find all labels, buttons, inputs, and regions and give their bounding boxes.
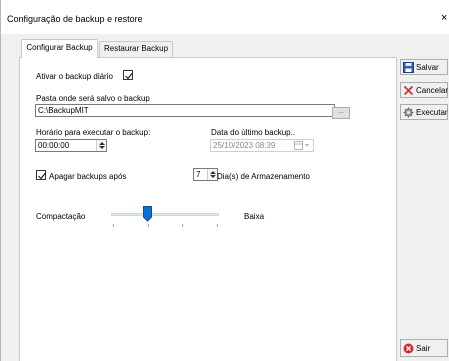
save-label: Salvar	[416, 63, 439, 72]
execute-button[interactable]: Executar	[400, 104, 448, 120]
days-input[interactable]: 7	[193, 168, 218, 181]
config-tab-panel: Ativar o backup diário Pasta onde será s…	[19, 57, 397, 361]
daily-backup-checkbox[interactable]	[123, 70, 133, 80]
slider-tick	[147, 224, 149, 227]
spin-down-icon	[210, 175, 216, 178]
browse-folder-button[interactable]: ...	[332, 107, 350, 119]
time-input[interactable]: 00:00:00	[35, 139, 107, 152]
spin-up-icon	[210, 171, 216, 174]
days-suffix-label: Dia(s) de Armazenamento	[217, 172, 310, 181]
daily-backup-label: Ativar o backup diário	[36, 72, 113, 81]
folder-label: Pasta onde será salvo o backup	[36, 94, 150, 103]
days-value: 7	[196, 170, 201, 179]
folder-path-input[interactable]: C:\BackupMIT	[35, 104, 335, 117]
last-backup-value: 25/10/2023 08:39	[213, 141, 276, 150]
backup-config-window: Configuração de backup e restore × Confi…	[0, 0, 449, 361]
time-label: Horário para executar o backup:	[36, 128, 151, 137]
days-spinner[interactable]	[207, 169, 217, 180]
red-x-icon	[403, 85, 414, 96]
last-backup-date-field: 25/10/2023 08:39	[210, 139, 314, 152]
time-value: 00:00:00	[38, 141, 70, 150]
window-title: Configuração de backup e restore	[7, 14, 143, 24]
tab-restaurar-backup[interactable]: Restaurar Backup	[99, 41, 173, 57]
floppy-disk-icon	[403, 62, 414, 73]
tab-label: Configurar Backup	[26, 43, 93, 52]
delete-after-label: Apagar backups após	[49, 172, 127, 181]
gear-icon	[403, 107, 414, 118]
slider-tick	[113, 224, 114, 227]
close-button[interactable]: ×	[441, 12, 447, 24]
time-spinner[interactable]	[96, 140, 106, 151]
title-bar: Configuração de backup e restore ×	[1, 0, 449, 34]
slider-tick	[182, 224, 184, 227]
red-circle-x-icon	[403, 343, 414, 354]
compression-level-label: Baixa	[244, 212, 265, 221]
delete-after-checkbox[interactable]	[36, 170, 46, 180]
tab-label: Restaurar Backup	[103, 44, 169, 53]
exit-button[interactable]: Sair	[400, 339, 448, 357]
slider-thumb[interactable]	[143, 206, 153, 222]
calendar-dropdown-icon	[294, 141, 309, 150]
compression-label: Compactação	[36, 212, 86, 221]
cancel-button[interactable]: Cancelar	[400, 82, 448, 98]
slider-tick	[217, 224, 218, 227]
tab-configurar-backup[interactable]: Configurar Backup	[21, 39, 98, 58]
cancel-label: Cancelar	[416, 86, 449, 95]
execute-label: Executar	[416, 108, 448, 117]
spin-down-icon	[99, 146, 105, 149]
check-icon	[38, 172, 46, 180]
check-icon	[125, 72, 133, 80]
slider-track	[111, 213, 219, 216]
exit-label: Sair	[416, 344, 431, 353]
last-backup-label: Data do último backup..	[211, 128, 296, 137]
save-button[interactable]: Salvar	[400, 59, 448, 75]
spin-up-icon	[99, 142, 105, 145]
compression-slider[interactable]	[109, 206, 223, 228]
